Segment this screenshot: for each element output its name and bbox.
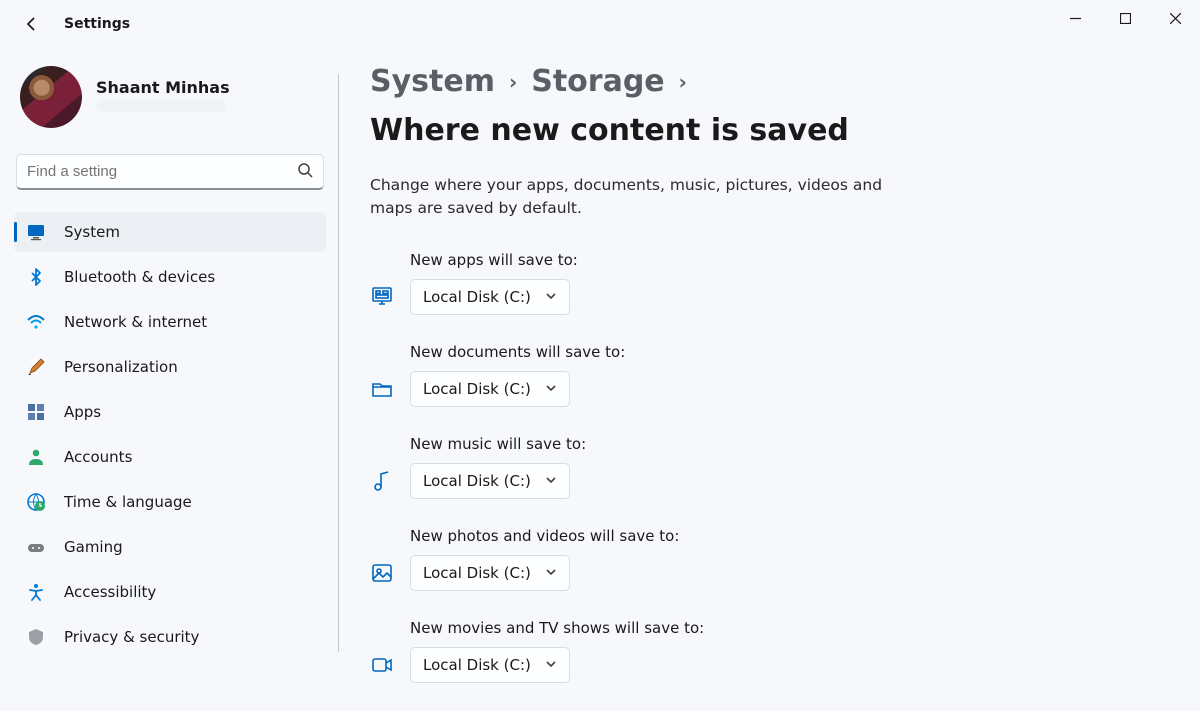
chevron-right-icon: ›: [679, 70, 687, 94]
titlebar: Settings: [0, 0, 1200, 48]
sidebar-item-system[interactable]: System: [14, 212, 326, 252]
setting-label: New documents will save to:: [410, 343, 1140, 361]
sidebar-item-bluetooth[interactable]: Bluetooth & devices: [14, 257, 326, 297]
sidebar-item-label: Gaming: [64, 538, 123, 556]
breadcrumb: System › Storage › Where new content is …: [370, 64, 1140, 148]
accessibility-icon: [26, 582, 46, 602]
photos-location-dropdown[interactable]: Local Disk (C:): [410, 555, 570, 591]
setting-label: New movies and TV shows will save to:: [410, 619, 1140, 637]
music-note-icon: [370, 469, 394, 493]
nav-list: System Bluetooth & devices Network & int…: [14, 212, 326, 657]
back-button[interactable]: [22, 14, 42, 34]
monitor-icon: [370, 285, 394, 309]
search-icon: [297, 162, 313, 182]
apps-location-dropdown[interactable]: Local Disk (C:): [410, 279, 570, 315]
sidebar-item-privacy[interactable]: Privacy & security: [14, 617, 326, 657]
window-controls: [1050, 0, 1200, 36]
sidebar-item-personalization[interactable]: Personalization: [14, 347, 326, 387]
dropdown-value: Local Disk (C:): [423, 380, 531, 398]
setting-label: New photos and videos will save to:: [410, 527, 1140, 545]
sidebar-item-accessibility[interactable]: Accessibility: [14, 572, 326, 612]
chevron-down-icon: [545, 656, 557, 674]
sidebar-item-label: Time & language: [64, 493, 192, 511]
dropdown-value: Local Disk (C:): [423, 288, 531, 306]
profile-name: Shaant Minhas: [96, 78, 230, 97]
page-description: Change where your apps, documents, music…: [370, 174, 900, 221]
setting-new-apps: New apps will save to: Local Disk (C:): [370, 251, 1140, 315]
sidebar-item-label: Bluetooth & devices: [64, 268, 215, 286]
setting-label: New music will save to:: [410, 435, 1140, 453]
sidebar-item-label: Personalization: [64, 358, 178, 376]
setting-new-photos-videos: New photos and videos will save to: Loca…: [370, 527, 1140, 591]
apps-icon: [26, 402, 46, 422]
page-title: Where new content is saved: [370, 113, 849, 148]
video-icon: [370, 653, 394, 677]
maximize-button[interactable]: [1100, 0, 1150, 36]
profile-email-redacted: [96, 100, 226, 112]
sidebar-item-network[interactable]: Network & internet: [14, 302, 326, 342]
music-location-dropdown[interactable]: Local Disk (C:): [410, 463, 570, 499]
sidebar-item-time-language[interactable]: Time & language: [14, 482, 326, 522]
content-divider: [338, 74, 339, 652]
setting-new-music: New music will save to: Local Disk (C:): [370, 435, 1140, 499]
chevron-down-icon: [545, 472, 557, 490]
folder-icon: [370, 377, 394, 401]
minimize-button[interactable]: [1050, 0, 1100, 36]
setting-new-documents: New documents will save to: Local Disk (…: [370, 343, 1140, 407]
sidebar-item-accounts[interactable]: Accounts: [14, 437, 326, 477]
profile-block[interactable]: Shaant Minhas: [14, 54, 326, 154]
breadcrumb-system[interactable]: System: [370, 64, 495, 99]
person-icon: [26, 447, 46, 467]
sidebar-item-label: Apps: [64, 403, 101, 421]
shield-icon: [26, 627, 46, 647]
gamepad-icon: [26, 537, 46, 557]
documents-location-dropdown[interactable]: Local Disk (C:): [410, 371, 570, 407]
globe-clock-icon: [26, 492, 46, 512]
sidebar-item-label: Accounts: [64, 448, 132, 466]
bluetooth-icon: [26, 267, 46, 287]
breadcrumb-storage[interactable]: Storage: [531, 64, 664, 99]
sidebar-item-gaming[interactable]: Gaming: [14, 527, 326, 567]
sidebar-item-label: System: [64, 223, 120, 241]
chevron-down-icon: [545, 288, 557, 306]
sidebar-item-label: Privacy & security: [64, 628, 199, 646]
sidebar-item-label: Accessibility: [64, 583, 156, 601]
search-input[interactable]: [17, 163, 323, 180]
search-box[interactable]: [16, 154, 324, 190]
avatar: [20, 66, 82, 128]
setting-new-movies-tv: New movies and TV shows will save to: Lo…: [370, 619, 1140, 683]
setting-label: New apps will save to:: [410, 251, 1140, 269]
sidebar-item-apps[interactable]: Apps: [14, 392, 326, 432]
dropdown-value: Local Disk (C:): [423, 564, 531, 582]
dropdown-value: Local Disk (C:): [423, 472, 531, 490]
chevron-down-icon: [545, 564, 557, 582]
chevron-right-icon: ›: [509, 70, 517, 94]
close-button[interactable]: [1150, 0, 1200, 36]
sidebar: Shaant Minhas System Bluetooth & devices: [0, 54, 340, 662]
dropdown-value: Local Disk (C:): [423, 656, 531, 674]
paintbrush-icon: [26, 357, 46, 377]
app-title: Settings: [64, 16, 130, 32]
sidebar-item-label: Network & internet: [64, 313, 207, 331]
system-icon: [26, 222, 46, 242]
chevron-down-icon: [545, 380, 557, 398]
image-icon: [370, 561, 394, 585]
movies-location-dropdown[interactable]: Local Disk (C:): [410, 647, 570, 683]
main-content: System › Storage › Where new content is …: [370, 64, 1180, 711]
wifi-icon: [26, 312, 46, 332]
